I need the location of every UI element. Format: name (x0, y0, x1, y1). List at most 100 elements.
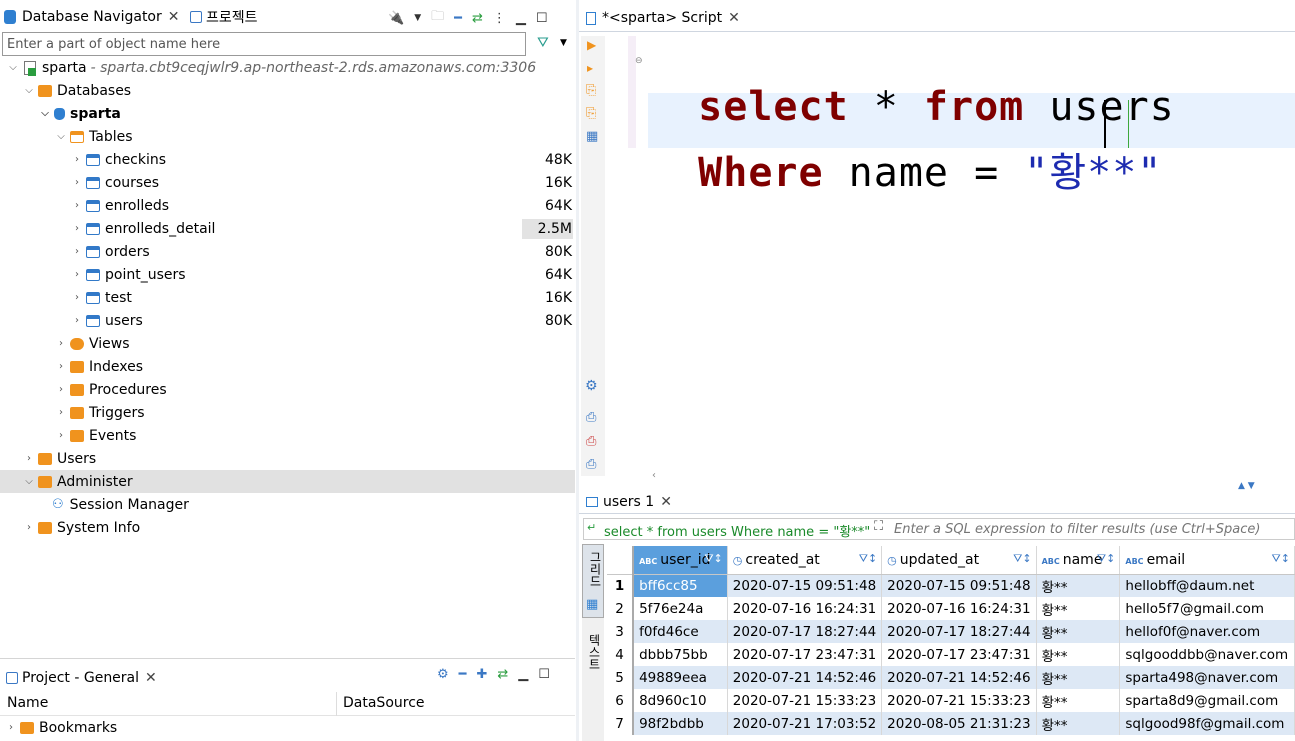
chevron-right-icon[interactable]: › (70, 269, 84, 280)
tree-db-sparta[interactable]: ⌵ sparta (38, 102, 121, 125)
tree-table-item[interactable]: › point_users (70, 263, 186, 286)
tab-grid-view[interactable]: 그리드 ▦ (582, 544, 604, 618)
gear-icon[interactable]: ⚙ (585, 378, 598, 394)
row-number[interactable]: 4 (607, 643, 635, 666)
pane-resize-icon[interactable]: ▲ ▼ (1238, 481, 1255, 491)
row-number[interactable]: 7 (607, 712, 635, 735)
row-number[interactable]: 5 (607, 666, 635, 689)
chevron-right-icon[interactable]: › (70, 177, 84, 188)
table-cell[interactable]: 2020-07-21 14:52:46 (881, 666, 1037, 689)
row-number[interactable]: 1 (607, 574, 635, 597)
tree-table-item[interactable]: › users (70, 309, 143, 332)
chevron-right-icon[interactable]: › (70, 223, 84, 234)
table-cell[interactable]: 황** (1036, 643, 1121, 666)
link-editor-icon[interactable]: ⇄ (472, 11, 483, 26)
table-cell[interactable]: 2020-07-17 18:27:44 (881, 620, 1037, 643)
table-row[interactable]: 1 bff6cc85 2020-07-15 09:51:48 2020-07-1… (607, 574, 1295, 597)
table-cell[interactable]: 2020-07-17 18:27:44 (727, 620, 883, 643)
chevron-right-icon[interactable]: › (54, 384, 68, 395)
project-col-name[interactable]: Name (7, 695, 48, 711)
filter-icon[interactable]: ⛛ (537, 35, 549, 51)
table-cell[interactable]: 8d960c10 (633, 689, 728, 712)
table-cell[interactable]: 2020-07-16 16:24:31 (881, 597, 1037, 620)
table-cell[interactable]: f0fd46ce (633, 620, 728, 643)
chevron-right-icon[interactable]: › (4, 722, 18, 733)
sort-filter-icon[interactable]: ⛛↕ (859, 552, 877, 566)
table-cell[interactable]: 49889eea (633, 666, 728, 689)
new-script-icon[interactable]: ⎘ (586, 106, 596, 121)
table-cell-selected[interactable]: bff6cc85 (633, 574, 728, 597)
link-editor-icon[interactable]: ⇄ (497, 667, 508, 682)
tree-triggers[interactable]: › Triggers (54, 401, 145, 424)
close-icon[interactable]: ✕ (168, 9, 180, 25)
table-cell[interactable]: sqlgood98f@gmail.com (1119, 712, 1295, 735)
table-cell[interactable]: sqlgooddbb@naver.com (1119, 643, 1295, 666)
sort-filter-icon[interactable]: ⛛↕ (704, 552, 722, 566)
column-header-name[interactable]: ABC name ⛛↕ (1036, 546, 1121, 575)
chevron-down-icon[interactable]: ⌵ (54, 131, 68, 142)
table-row[interactable]: 5 49889eea 2020-07-21 14:52:46 2020-07-2… (607, 666, 1295, 689)
table-cell[interactable]: 2020-07-21 15:33:23 (727, 689, 883, 712)
table-cell[interactable]: 2020-07-16 16:24:31 (727, 597, 883, 620)
tree-bookmarks[interactable]: › Bookmarks (4, 716, 117, 739)
new-folder-icon[interactable]: 🗀 (431, 7, 444, 29)
table-cell[interactable]: 황** (1036, 712, 1121, 735)
expand-all-icon[interactable]: ✚ (476, 667, 487, 682)
tree-table-item[interactable]: › checkins (70, 148, 166, 171)
row-number-header[interactable] (607, 546, 635, 575)
row-number[interactable]: 3 (607, 620, 635, 643)
tree-table-item[interactable]: › test (70, 286, 132, 309)
table-cell[interactable]: hello5f7@gmail.com (1119, 597, 1295, 620)
execute-script-icon[interactable]: ▸ (587, 61, 593, 75)
table-row[interactable]: 4 dbbb75bb 2020-07-17 23:47:31 2020-07-1… (607, 643, 1295, 666)
chevron-down-icon[interactable]: ▼ (414, 13, 421, 23)
more-menu-icon[interactable]: ⋮ (493, 11, 506, 26)
results-filter-input[interactable] (894, 520, 1289, 538)
chevron-right-icon[interactable]: › (70, 246, 84, 257)
table-cell[interactable]: 황** (1036, 597, 1121, 620)
sql-line-2[interactable]: Where name = "황**" (648, 94, 1162, 198)
tree-events[interactable]: › Events (54, 424, 136, 447)
tab-project[interactable]: 프로젝트 (190, 5, 258, 29)
table-cell[interactable]: 황** (1036, 620, 1121, 643)
tree-table-item[interactable]: › enrolleds (70, 194, 169, 217)
table-row[interactable]: 7 98f2bdbb 2020-07-21 17:03:52 2020-08-0… (607, 712, 1295, 735)
maximize-icon[interactable]: ☐ (538, 667, 550, 682)
chevron-right-icon[interactable]: › (70, 292, 84, 303)
calculator-icon[interactable]: ▦ (586, 129, 598, 144)
sort-filter-icon[interactable]: ⛛↕ (1013, 552, 1031, 566)
h-scroll-left-icon[interactable]: ‹ (652, 470, 656, 481)
execute-icon[interactable]: ▶ (587, 38, 596, 52)
navigator-filter-input[interactable] (2, 32, 526, 56)
close-icon[interactable]: ✕ (728, 10, 740, 26)
column-header-updated-at[interactable]: ◷ updated_at ⛛↕ (881, 546, 1037, 575)
tree-views[interactable]: › Views (54, 332, 130, 355)
minimize-icon[interactable]: ▁ (516, 11, 526, 26)
sort-filter-icon[interactable]: ⛛↕ (1272, 552, 1290, 566)
table-cell[interactable]: sparta8d9@gmail.com (1119, 689, 1295, 712)
table-cell[interactable]: 98f2bdbb (633, 712, 728, 735)
tab-database-navigator[interactable]: Database Navigator ✕ (4, 5, 180, 29)
table-cell[interactable]: 5f76e24a (633, 597, 728, 620)
minimize-icon[interactable]: ▁ (518, 667, 528, 682)
chevron-right-icon[interactable]: › (70, 200, 84, 211)
table-cell[interactable]: 2020-07-21 17:03:52 (727, 712, 883, 735)
tree-session-manager[interactable]: ⚇ Session Manager (52, 493, 189, 516)
filter-dropdown-icon[interactable]: ▼ (560, 38, 567, 48)
chevron-down-icon[interactable]: ⌵ (22, 85, 36, 96)
import-icon[interactable]: ⎙ (586, 434, 596, 449)
table-cell[interactable]: 2020-08-05 21:31:23 (881, 712, 1037, 735)
tab-results-users[interactable]: users 1 ✕ (586, 490, 672, 514)
expand-filter-icon[interactable]: ⛶ (874, 519, 883, 534)
collapse-all-icon[interactable]: ━ (454, 11, 462, 26)
chevron-right-icon[interactable]: › (70, 154, 84, 165)
chevron-right-icon[interactable]: › (54, 338, 68, 349)
table-row[interactable]: 3 f0fd46ce 2020-07-17 18:27:44 2020-07-1… (607, 620, 1295, 643)
tree-indexes[interactable]: › Indexes (54, 355, 143, 378)
sort-filter-icon[interactable]: ⛛↕ (1097, 552, 1115, 566)
format-icon[interactable]: ⎙ (586, 457, 596, 472)
tree-databases[interactable]: ⌵ Databases (22, 79, 131, 102)
tree-users[interactable]: › Users (22, 447, 96, 470)
tree-table-item[interactable]: › enrolleds_detail (70, 217, 215, 240)
project-col-datasource[interactable]: DataSource (343, 695, 425, 711)
